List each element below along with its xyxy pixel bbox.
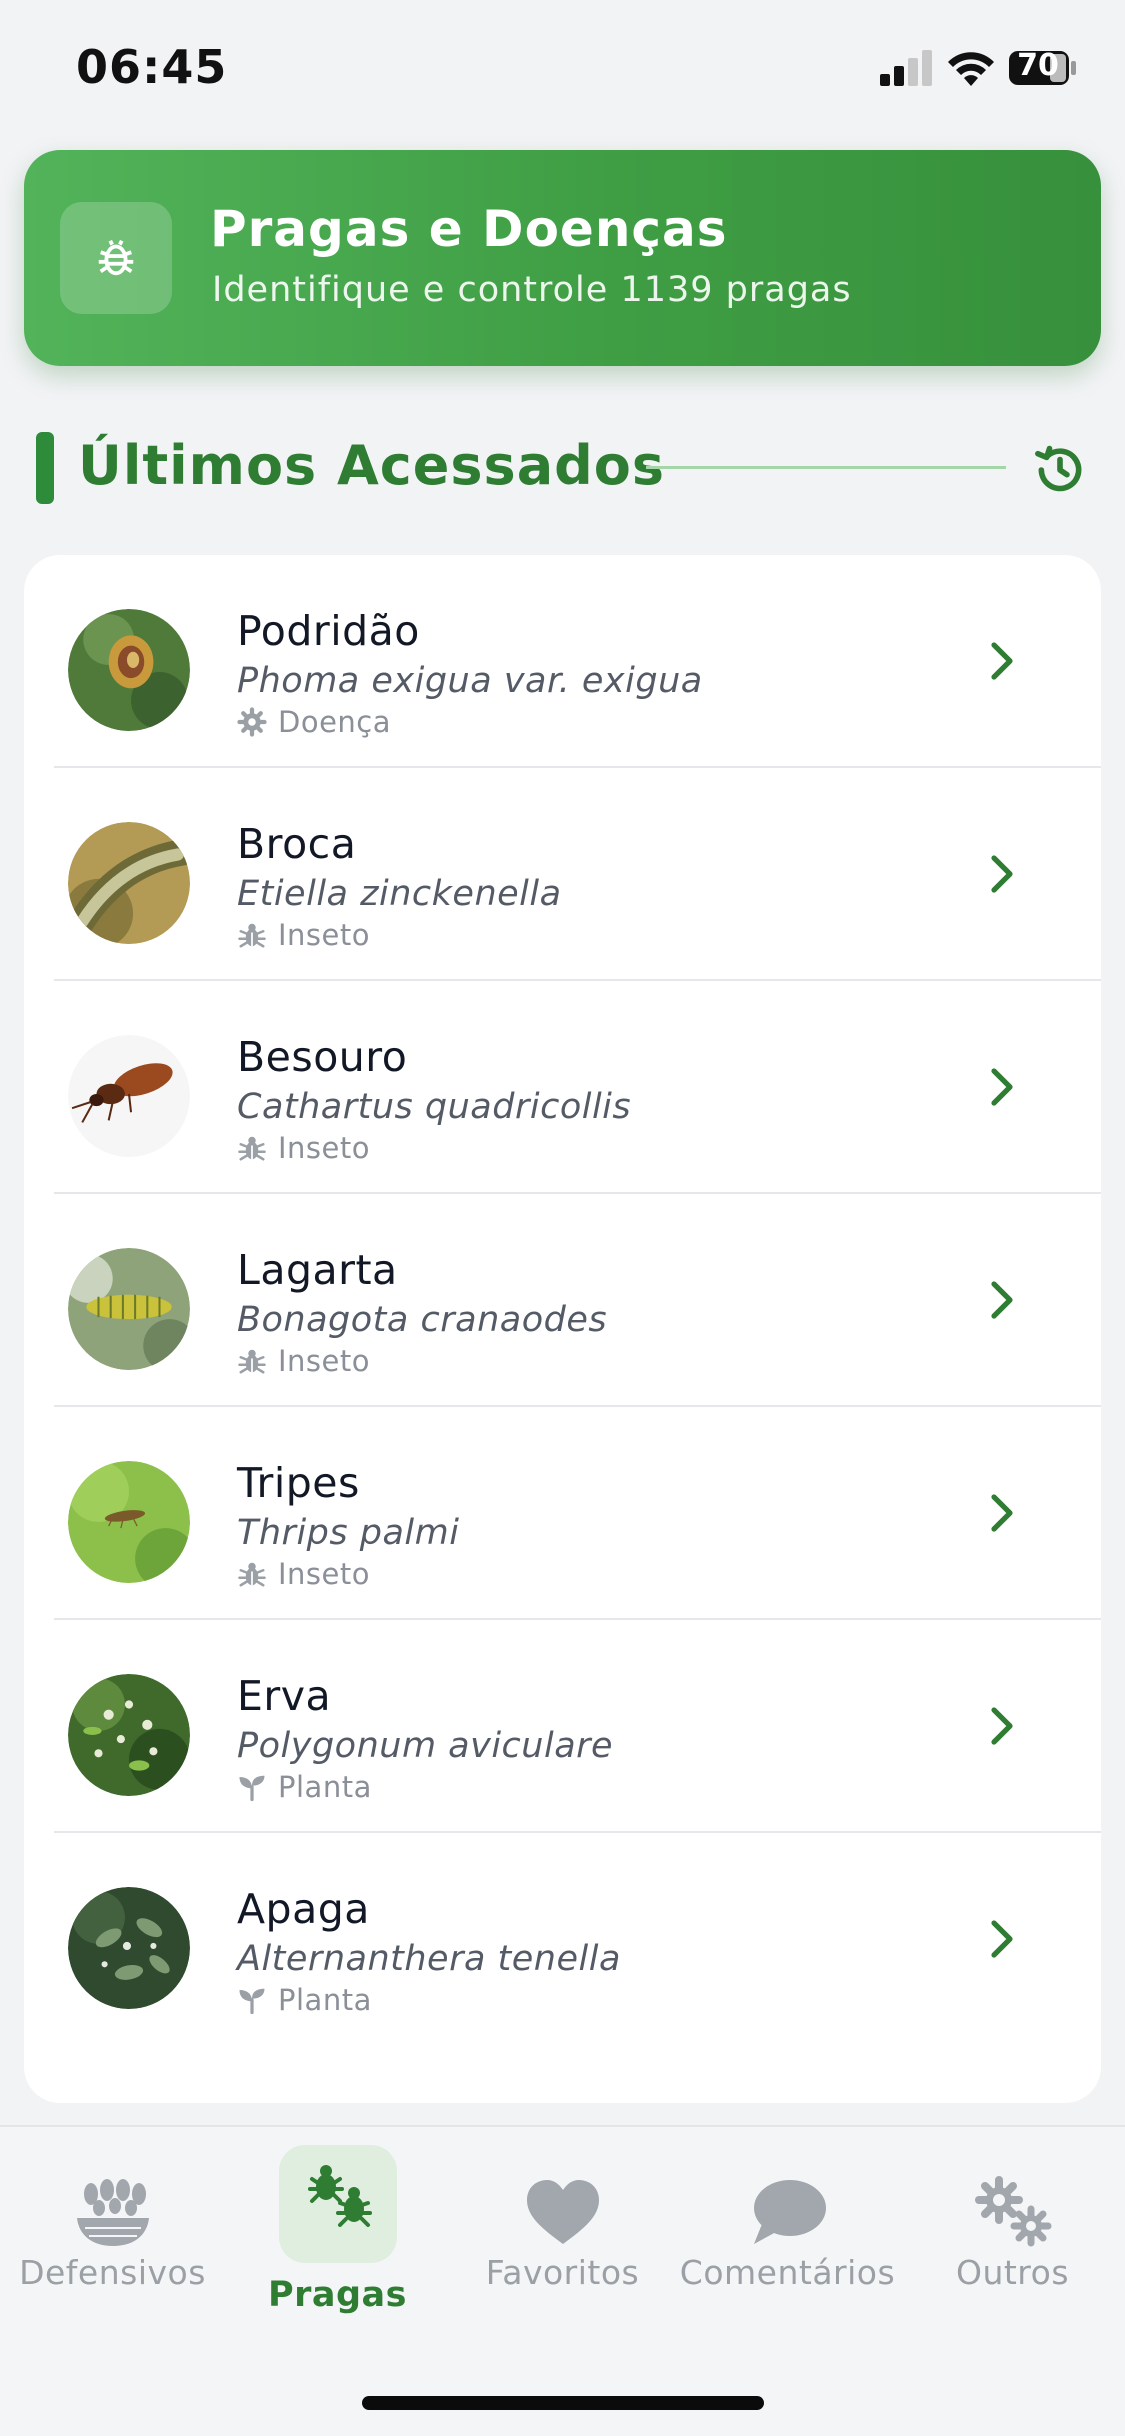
header-subtitle: Identifique e controle 1139 pragas bbox=[212, 270, 852, 310]
pest-scientific-name: Thrips palmi bbox=[237, 1513, 460, 1553]
pest-type: Planta bbox=[278, 1770, 372, 1804]
status-bar: 06:45 70 bbox=[0, 0, 1125, 140]
nav-label: Outros bbox=[955, 2253, 1070, 2292]
section-divider bbox=[646, 466, 1006, 469]
bug-icon bbox=[238, 923, 266, 948]
bug-icon bbox=[238, 1562, 266, 1587]
pest-thumbnail bbox=[68, 1674, 190, 1796]
pest-name: Besouro bbox=[237, 1033, 408, 1081]
nav-label: Comentários bbox=[679, 2253, 896, 2292]
list-item[interactable]: Besouro Cathartus quadricollis Inseto bbox=[24, 981, 1101, 1194]
status-time: 06:45 bbox=[76, 40, 228, 94]
heart-icon bbox=[526, 2180, 599, 2244]
section-accent-bar bbox=[36, 432, 54, 504]
sprout-icon bbox=[239, 1775, 265, 1802]
pest-thumbnail bbox=[68, 822, 190, 944]
battery-level: 70 bbox=[1017, 48, 1059, 83]
bug-icon bbox=[238, 1349, 266, 1374]
pest-type: Inseto bbox=[278, 918, 370, 952]
home-indicator[interactable] bbox=[362, 2396, 764, 2410]
chevron-right-icon bbox=[991, 1068, 1013, 1106]
nav-label: Pragas bbox=[267, 2275, 408, 2315]
bugs-icon bbox=[307, 2165, 372, 2227]
pest-name: Broca bbox=[237, 820, 357, 868]
header-card: Pragas e Doenças Identifique e controle … bbox=[24, 150, 1101, 366]
chat-icon bbox=[753, 2180, 826, 2244]
pest-type: Doença bbox=[278, 705, 392, 739]
history-icon[interactable] bbox=[1032, 442, 1088, 498]
pest-thumbnail bbox=[68, 1035, 190, 1157]
pest-type: Inseto bbox=[278, 1344, 370, 1378]
pest-name: Apaga bbox=[237, 1885, 370, 1933]
nav-label: Defensivos bbox=[19, 2253, 206, 2292]
header-icon-box bbox=[60, 202, 172, 314]
list-item[interactable]: Broca Etiella zinckenella Inseto bbox=[24, 768, 1101, 981]
pest-thumbnail bbox=[68, 1248, 190, 1370]
pest-type: Planta bbox=[278, 1983, 372, 2017]
list-item[interactable]: Apaga Alternanthera tenella Planta bbox=[24, 1833, 1101, 2046]
pest-scientific-name: Bonagota cranaodes bbox=[237, 1300, 608, 1340]
chevron-right-icon bbox=[991, 1281, 1013, 1319]
list-item[interactable]: Erva Polygonum aviculare Planta bbox=[24, 1620, 1101, 1833]
pest-name: Erva bbox=[237, 1672, 332, 1720]
pest-scientific-name: Cathartus quadricollis bbox=[237, 1087, 632, 1127]
sprout-icon bbox=[239, 1988, 265, 2015]
gear-icon bbox=[237, 707, 267, 737]
gears-icon bbox=[974, 2176, 1051, 2247]
chevron-right-icon bbox=[991, 1707, 1013, 1745]
pest-thumbnail bbox=[68, 1461, 190, 1583]
section-title: Últimos Acessados bbox=[78, 434, 666, 497]
list-item[interactable]: Tripes Thrips palmi Inseto bbox=[24, 1407, 1101, 1620]
pest-name: Podridão bbox=[237, 607, 420, 655]
chevron-right-icon bbox=[991, 642, 1013, 680]
nav-item-outros[interactable]: Outros bbox=[900, 2127, 1125, 2347]
pest-name: Tripes bbox=[237, 1459, 360, 1507]
pest-name: Lagarta bbox=[237, 1246, 398, 1294]
pest-thumbnail bbox=[68, 609, 190, 731]
nav-label: Favoritos bbox=[485, 2253, 640, 2292]
bug-icon bbox=[98, 239, 134, 276]
list-item[interactable]: Podridão Phoma exigua var. exigua Doença bbox=[24, 555, 1101, 768]
pest-type: Inseto bbox=[278, 1557, 370, 1591]
grain-icon bbox=[76, 2179, 149, 2246]
signal-icon bbox=[880, 50, 932, 86]
nav-item-favoritos[interactable]: Favoritos bbox=[450, 2127, 675, 2347]
chevron-right-icon bbox=[991, 1494, 1013, 1532]
nav-item-pragas[interactable]: Pragas bbox=[225, 2127, 450, 2347]
pest-scientific-name: Polygonum aviculare bbox=[237, 1726, 614, 1766]
pest-type: Inseto bbox=[278, 1131, 370, 1165]
list-item[interactable]: Lagarta Bonagota cranaodes Inseto bbox=[24, 1194, 1101, 1407]
nav-item-defensivos[interactable]: Defensivos bbox=[0, 2127, 225, 2347]
chevron-right-icon bbox=[991, 855, 1013, 893]
bug-icon bbox=[238, 1136, 266, 1161]
pest-scientific-name: Phoma exigua var. exigua bbox=[237, 661, 703, 701]
pest-scientific-name: Alternanthera tenella bbox=[237, 1939, 621, 1979]
header-title: Pragas e Doenças bbox=[210, 200, 728, 258]
bottom-nav: Defensivos Pragas Favoritos Comentários … bbox=[0, 2125, 1125, 2436]
chevron-right-icon bbox=[991, 1920, 1013, 1958]
wifi-icon bbox=[948, 52, 994, 86]
recent-list: Podridão Phoma exigua var. exigua Doença… bbox=[24, 555, 1101, 2103]
pest-thumbnail bbox=[68, 1887, 190, 2009]
nav-item-comentarios[interactable]: Comentários bbox=[675, 2127, 900, 2347]
pest-scientific-name: Etiella zinckenella bbox=[237, 874, 562, 914]
